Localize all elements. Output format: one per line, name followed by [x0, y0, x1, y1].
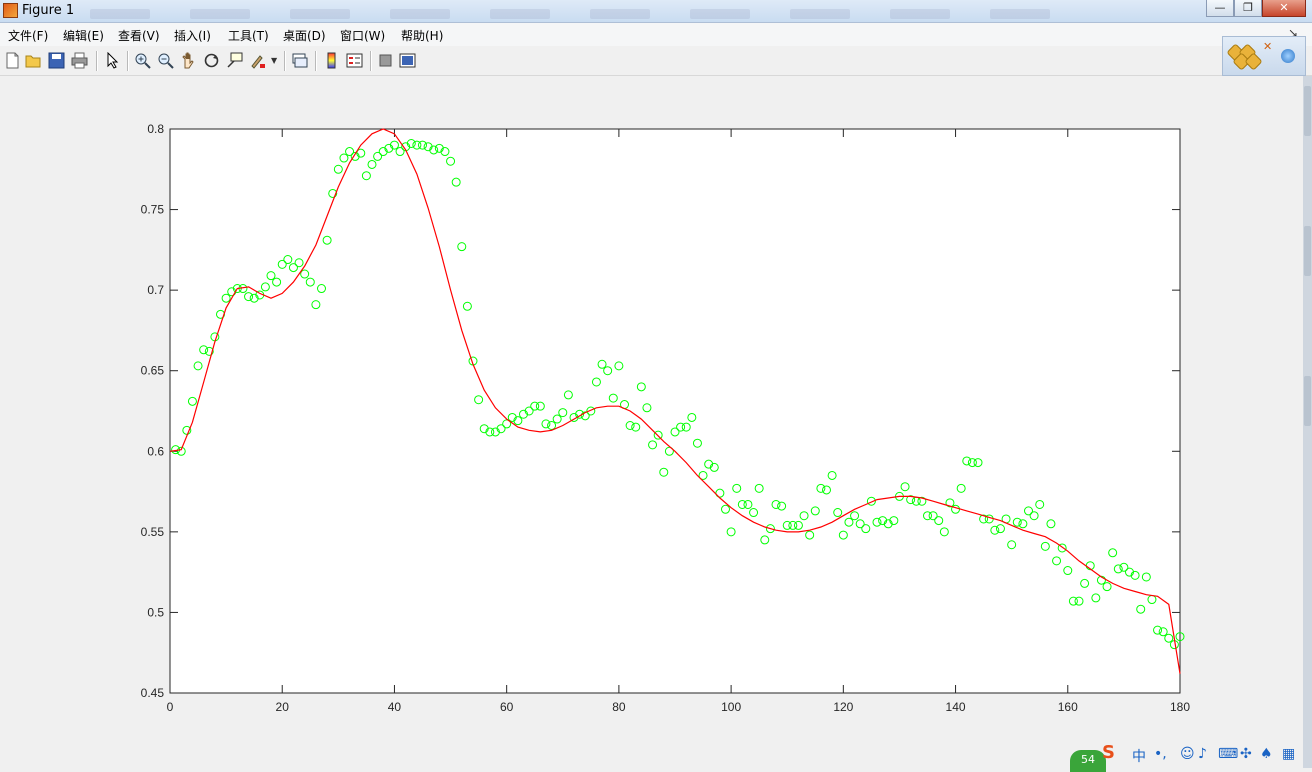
skin-icon[interactable]: ♠	[1260, 746, 1273, 762]
keyboard-icon[interactable]: ⌨	[1218, 746, 1238, 762]
x-tick-label: 40	[388, 700, 402, 714]
y-tick-label: 0.7	[147, 283, 164, 297]
x-tick-label: 140	[946, 700, 966, 714]
punctuation-icon[interactable]: •,	[1154, 746, 1167, 762]
microphone-icon[interactable]: ♪	[1198, 746, 1207, 762]
x-tick-label: 180	[1170, 700, 1190, 714]
taskbar-tray: 54 S 中 •, ☺ ♪ ⌨ ✣ ♠ ▦	[1062, 740, 1312, 772]
y-tick-label: 0.45	[141, 686, 165, 700]
emoji-icon[interactable]: ☺	[1180, 746, 1195, 762]
sogou-ime-icon[interactable]: S	[1102, 742, 1115, 763]
x-tick-label: 20	[276, 700, 290, 714]
y-tick-label: 0.55	[141, 525, 165, 539]
y-tick-label: 0.8	[147, 122, 164, 136]
x-tick-label: 160	[1058, 700, 1078, 714]
y-tick-label: 0.65	[141, 364, 165, 378]
x-tick-label: 120	[833, 700, 853, 714]
figure-canvas: 0 20 40 60 80 100 120 140 160 180 0.45 0.5 0.55 0.6 0…	[141, 122, 1191, 714]
x-tick-label: 100	[721, 700, 741, 714]
y-tick-label: 0.75	[141, 203, 165, 217]
x-tick-label: 60	[500, 700, 514, 714]
axes-box[interactable]	[169, 128, 1181, 694]
x-tick-label: 80	[612, 700, 626, 714]
grid-icon[interactable]: ▦	[1282, 746, 1295, 762]
x-tick-label: 0	[167, 700, 174, 714]
notification-badge[interactable]: 54	[1070, 750, 1106, 772]
y-tick-label: 0.5	[147, 605, 164, 619]
ime-language[interactable]: 中	[1132, 746, 1146, 766]
y-tick-label: 0.6	[147, 444, 164, 458]
toolbox-icon[interactable]: ✣	[1240, 746, 1252, 762]
